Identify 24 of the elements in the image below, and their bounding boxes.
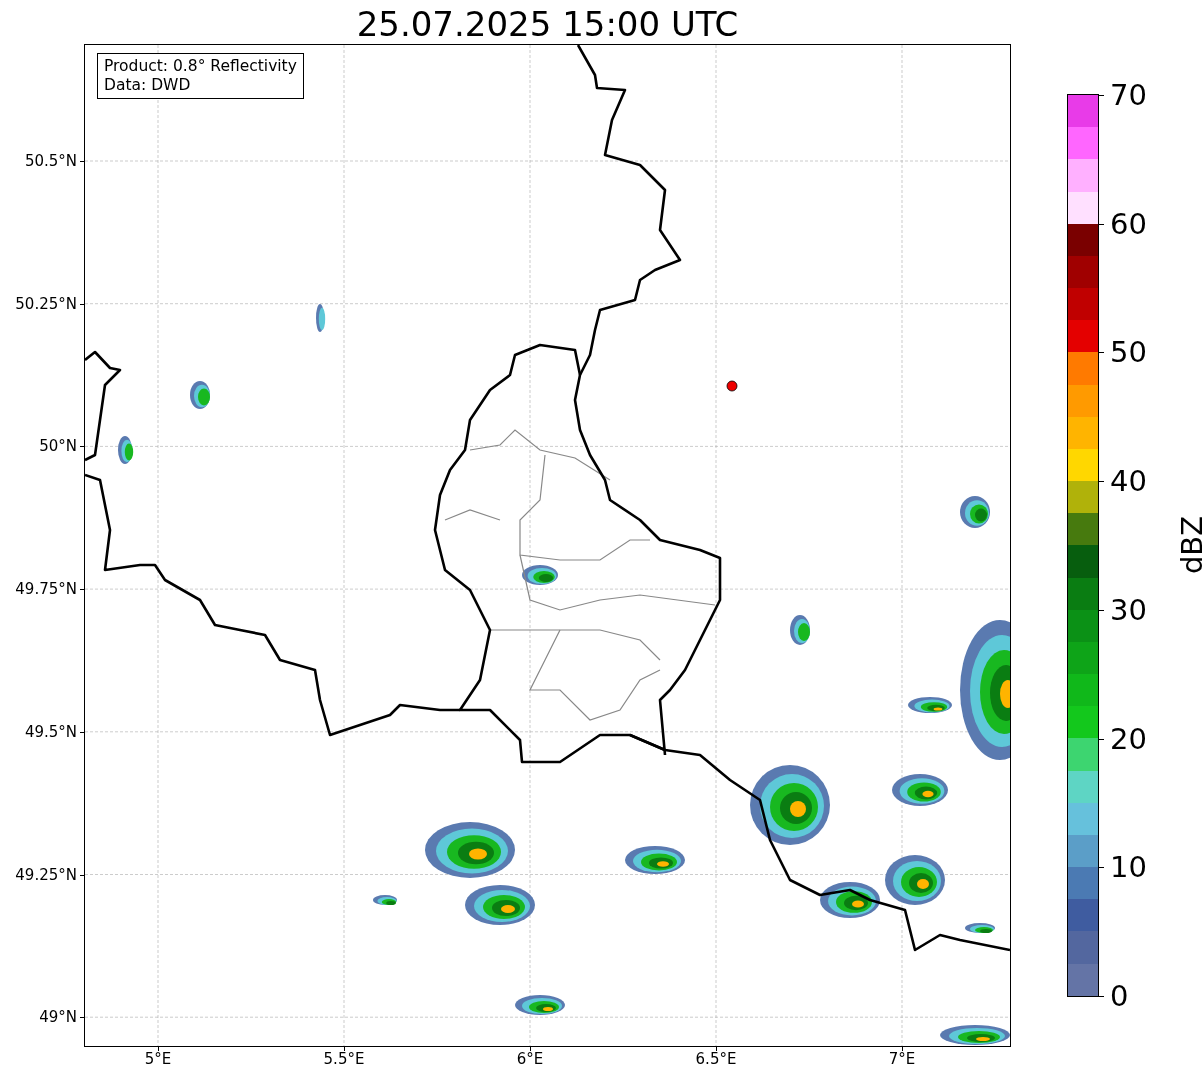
colorbar-tick-label: 50 xyxy=(1110,335,1147,370)
legend-text: Data: DWD xyxy=(104,76,192,95)
colorbar-tick-label: 70 xyxy=(1110,78,1147,112)
axis-tick-label: 49.25°N xyxy=(15,865,77,884)
chart-title: 25.07.2025 15:00 UTC xyxy=(355,4,740,44)
axis-tick-label: 50°N xyxy=(39,437,77,456)
colorbar-tick-label: 30 xyxy=(1110,592,1147,627)
axis-tick-label: 50.5°N xyxy=(24,152,77,170)
axis-tick-label: 5°E xyxy=(144,1050,172,1068)
axis-tick-label: 5.5°E xyxy=(323,1050,365,1068)
colorbar-tick-label: 20 xyxy=(1110,721,1147,756)
colorbar-tick-label: 40 xyxy=(1110,464,1147,499)
axis-tick-label: 6.5°E xyxy=(695,1050,737,1068)
colorbar-tick-label: 10 xyxy=(1110,850,1147,885)
colorbar-tick-label: 60 xyxy=(1110,206,1147,241)
axis-tick-label: 50.25°N xyxy=(15,294,77,313)
colorbar-label: dBZ xyxy=(1175,515,1202,575)
axis-tick-label: 49.75°N xyxy=(15,580,77,599)
axis-tick-label: 49.5°N xyxy=(24,722,77,741)
axis-tick-label: 6°E xyxy=(516,1050,544,1068)
colorbar-tick-label: 0 xyxy=(1110,979,1129,1013)
axis-tick-label: 7°E xyxy=(888,1050,916,1068)
axis-tick-label: 49°N xyxy=(39,1008,77,1027)
legend-text: Product: 0.8° Reflectivity xyxy=(104,57,297,76)
